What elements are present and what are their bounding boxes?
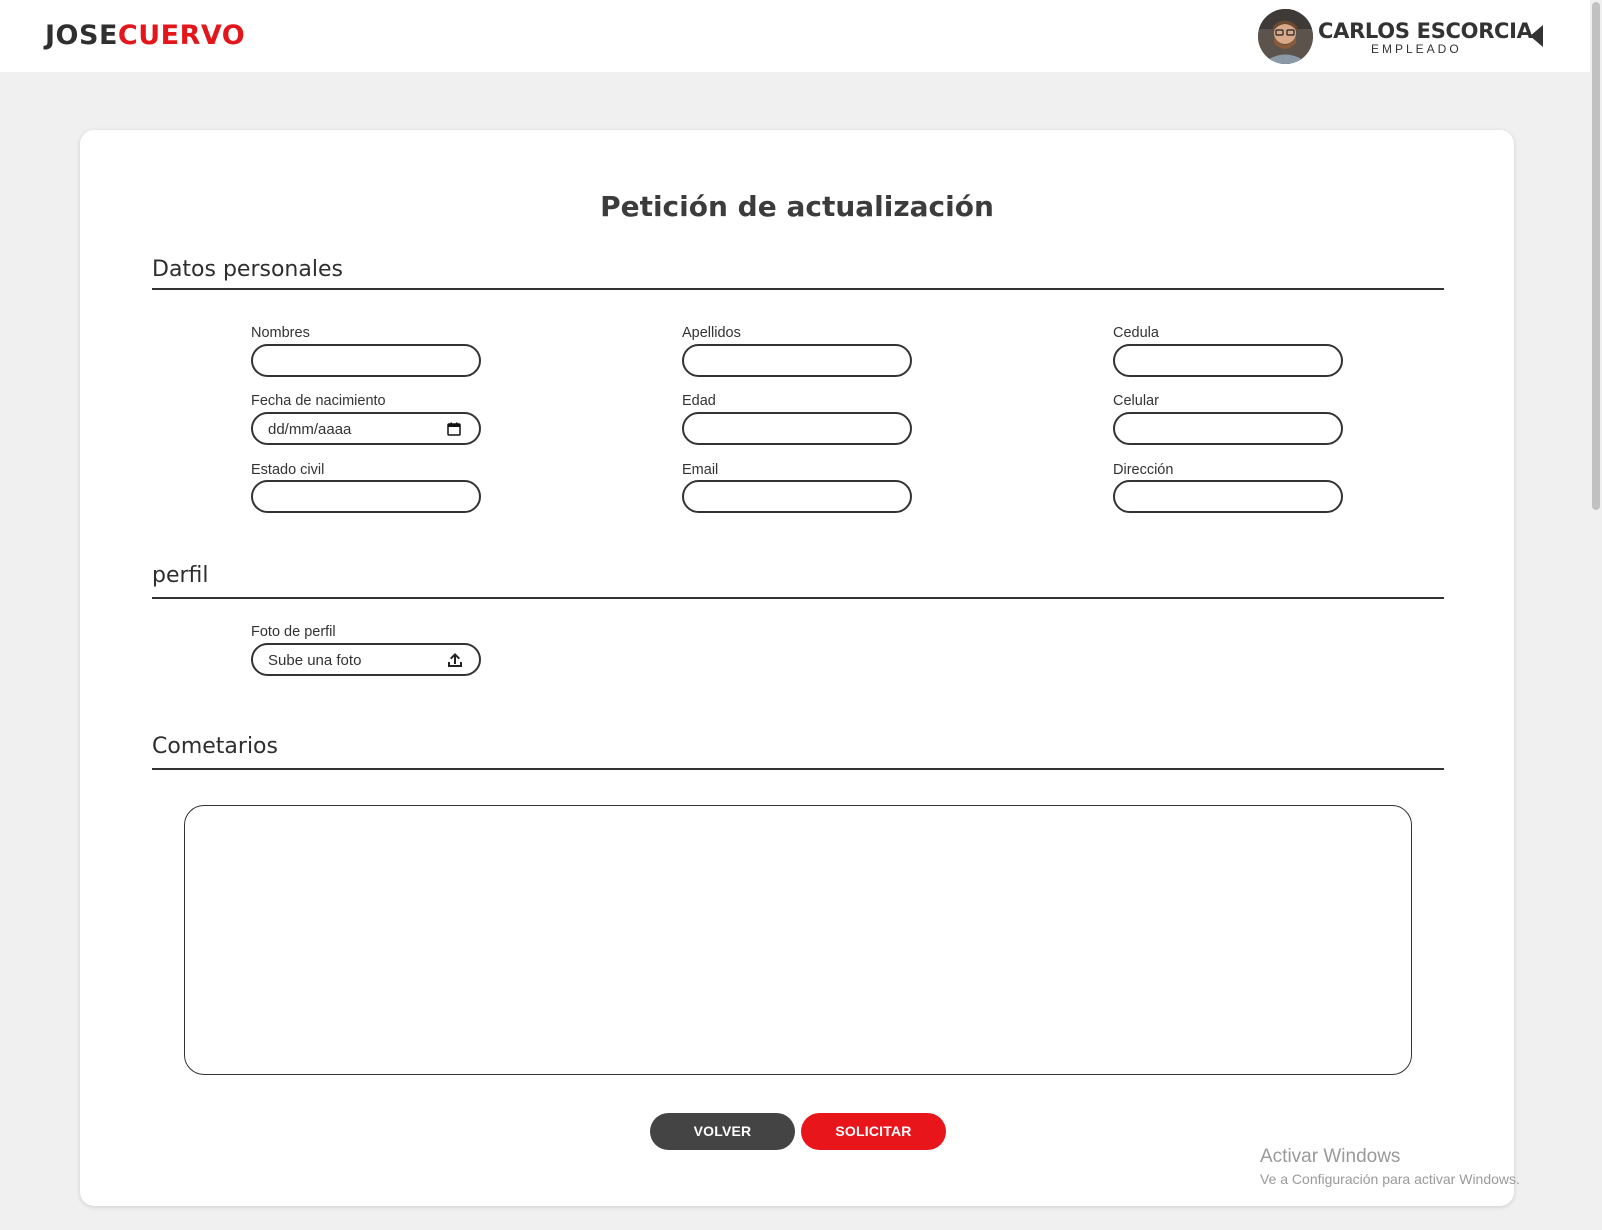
back-button[interactable]: VOLVER (650, 1113, 795, 1150)
section-title-profile: perfil (152, 563, 209, 588)
watermark-subtitle: Ve a Configuración para activar Windows. (1260, 1171, 1520, 1187)
brand-logo-part2: CUERVO (117, 20, 246, 51)
direccion-label: Dirección (1113, 462, 1174, 478)
estado-civil-label: Estado civil (251, 462, 325, 478)
celular-field[interactable] (1113, 412, 1343, 445)
avatar[interactable] (1258, 9, 1313, 64)
nombres-field[interactable] (251, 344, 481, 377)
comments-textarea[interactable] (184, 805, 1412, 1075)
celular-label: Celular (1113, 393, 1159, 409)
edad-field[interactable] (682, 412, 912, 445)
cedula-field[interactable] (1113, 344, 1343, 377)
caret-left-icon[interactable] (1530, 25, 1543, 47)
foto-perfil-upload[interactable]: Sube una foto (251, 643, 481, 676)
section-divider (152, 597, 1444, 599)
brand-logo-part1: JOSE (45, 20, 118, 51)
fecha-nacimiento-label: Fecha de nacimiento (251, 393, 386, 409)
fecha-nacimiento-field[interactable]: dd/mm/aaaa (251, 412, 481, 445)
foto-perfil-placeholder: Sube una foto (268, 652, 362, 669)
section-title-personal: Datos personales (152, 257, 343, 282)
cedula-label: Cedula (1113, 325, 1159, 341)
form-card: Petición de actualización Datos personal… (80, 130, 1514, 1206)
apellidos-field[interactable] (682, 344, 912, 377)
section-divider (152, 768, 1444, 770)
calendar-icon[interactable] (447, 422, 461, 436)
windows-activation-watermark: Activar Windows Ve a Configuración para … (1260, 1146, 1520, 1187)
user-name: CARLOS ESCORCIA (1318, 19, 1533, 43)
submit-button[interactable]: SOLICITAR (801, 1113, 946, 1150)
upload-icon[interactable] (445, 650, 465, 670)
watermark-title: Activar Windows (1260, 1146, 1401, 1167)
user-role: EMPLEADO (1371, 42, 1462, 56)
foto-perfil-label: Foto de perfil (251, 624, 336, 640)
nombres-label: Nombres (251, 325, 310, 341)
section-divider (152, 288, 1444, 290)
user-menu[interactable]: CARLOS ESCORCIA EMPLEADO (1258, 9, 1558, 65)
email-field[interactable] (682, 480, 912, 513)
scrollbar-thumb[interactable] (1592, 2, 1600, 510)
page-title: Petición de actualización (600, 190, 994, 223)
section-title-comments: Cometarios (152, 734, 278, 759)
apellidos-label: Apellidos (682, 325, 741, 341)
top-bar: JOSECUERVO CARLOS ESCORCIA EMPLEADO (0, 0, 1602, 72)
fecha-nacimiento-placeholder: dd/mm/aaaa (268, 421, 352, 438)
direccion-field[interactable] (1113, 480, 1343, 513)
brand-logo[interactable]: JOSECUERVO (45, 20, 245, 51)
estado-civil-field[interactable] (251, 480, 481, 513)
email-label: Email (682, 462, 719, 478)
edad-label: Edad (682, 393, 716, 409)
scrollbar[interactable] (1590, 0, 1602, 1230)
